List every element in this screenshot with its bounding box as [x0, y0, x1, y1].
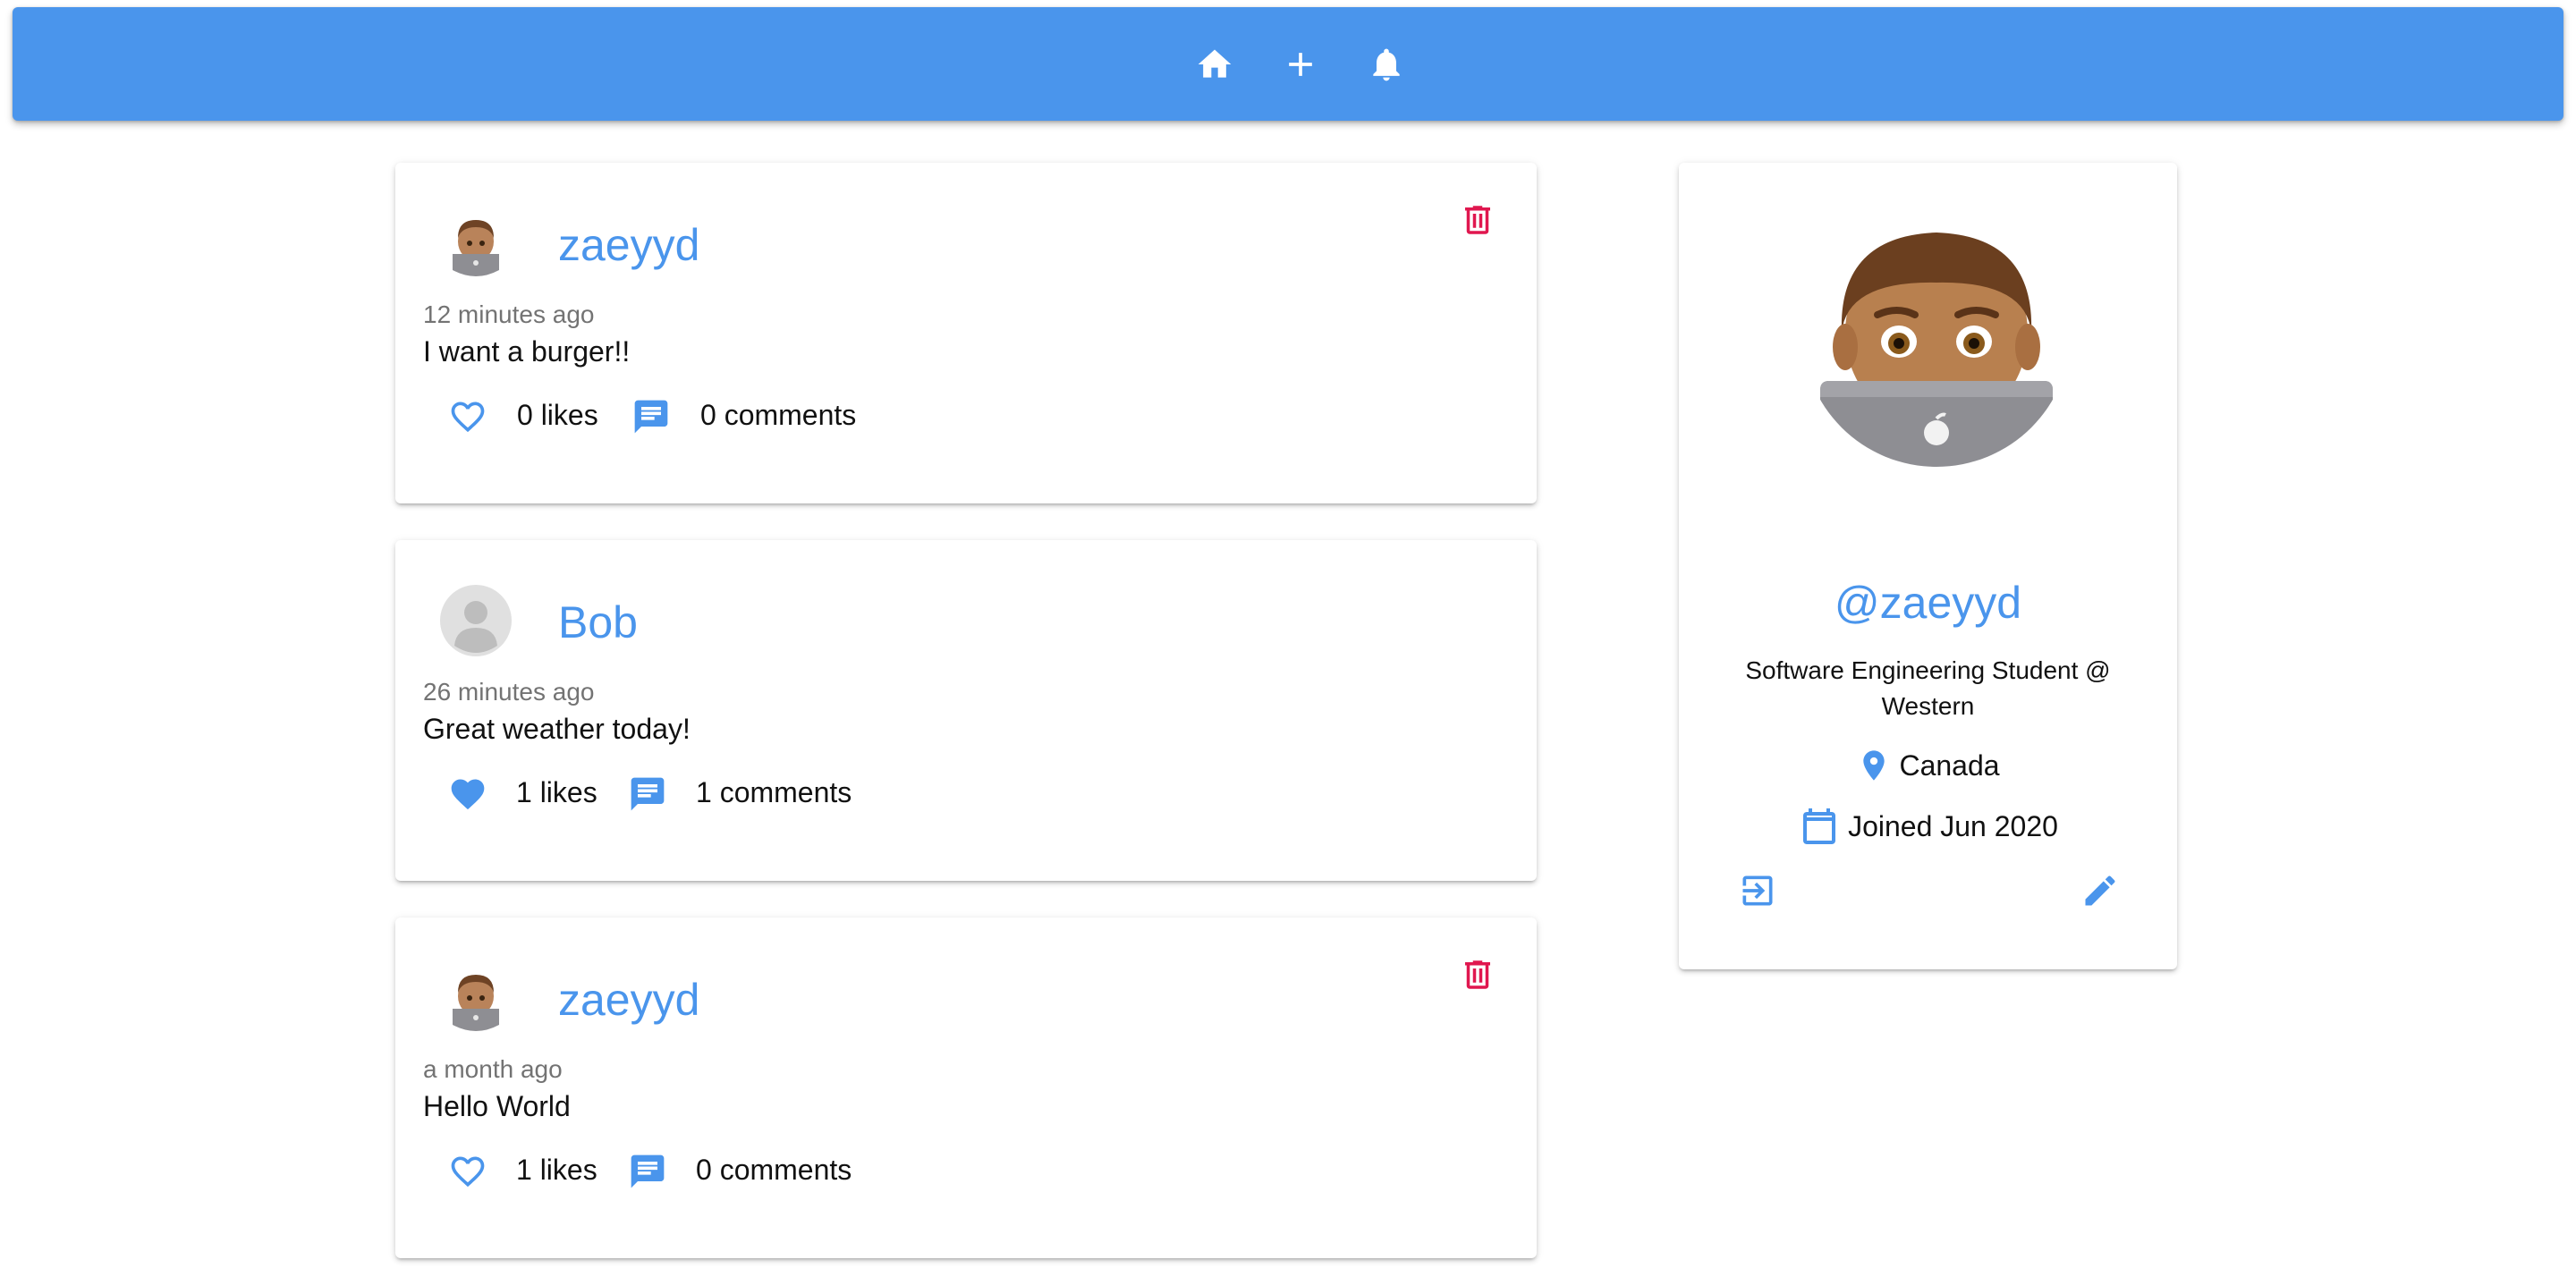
- add-post-button[interactable]: [1279, 43, 1322, 86]
- avatar: [440, 207, 512, 279]
- delete-post-button[interactable]: [1454, 197, 1501, 243]
- home-button[interactable]: [1193, 43, 1236, 86]
- heart-outline-icon: [451, 1156, 485, 1188]
- comments-count: 1 comments: [696, 776, 852, 808]
- logout-icon: [1742, 875, 1773, 906]
- post-username-link[interactable]: zaeyyd: [558, 218, 699, 272]
- user-emoji-avatar-icon: [453, 975, 499, 1031]
- profile-avatar: [1802, 199, 2071, 467]
- avatar: [440, 962, 512, 1034]
- post-timestamp: a month ago: [423, 1055, 563, 1083]
- profile-location: Canada: [1679, 744, 2177, 787]
- post-card: zaeyyd 12 minutes ago I want a burger!! …: [395, 163, 1537, 503]
- edit-profile-button[interactable]: [2077, 867, 2123, 914]
- comment-button[interactable]: [624, 1148, 671, 1195]
- likes-count: 1 likes: [516, 776, 597, 808]
- bell-icon: [1373, 48, 1400, 81]
- likes-count: 0 likes: [517, 399, 598, 431]
- user-emoji-avatar-icon: [453, 220, 499, 276]
- logout-button[interactable]: [1734, 867, 1781, 914]
- profile-handle-link[interactable]: @zaeyyd: [1679, 576, 2177, 630]
- post-card: zaeyyd a month ago Hello World 1 likes 0…: [395, 918, 1537, 1258]
- profile-card: @zaeyyd Software Engineering Student @ W…: [1679, 163, 2177, 969]
- avatar: [440, 585, 512, 656]
- profile-bio: Software Engineering Student @ Western: [1745, 656, 2111, 720]
- comment-button[interactable]: [624, 771, 671, 817]
- post-body: I want a burger!!: [423, 335, 631, 368]
- post-timestamp: 12 minutes ago: [423, 300, 595, 328]
- likes-count: 1 likes: [516, 1154, 597, 1186]
- post-username-link[interactable]: zaeyyd: [558, 973, 699, 1027]
- post-body: Hello World: [423, 1090, 571, 1122]
- comments-count: 0 comments: [700, 399, 857, 431]
- profile-joined: Joined Jun 2020: [1679, 805, 2177, 848]
- like-button[interactable]: [445, 393, 491, 440]
- trash-icon: [1465, 960, 1490, 989]
- pencil-icon: [2085, 875, 2115, 906]
- home-icon: [1198, 49, 1232, 78]
- comment-icon: [631, 1154, 665, 1188]
- notifications-button[interactable]: [1365, 43, 1408, 86]
- profile-joined-text: Joined Jun 2020: [1848, 809, 2058, 842]
- comment-icon: [631, 777, 665, 811]
- post-username-link[interactable]: Bob: [558, 596, 638, 649]
- post-body: Great weather today!: [423, 713, 691, 745]
- post-card: Bob 26 minutes ago Great weather today! …: [395, 540, 1537, 881]
- trash-icon: [1465, 206, 1490, 234]
- comments-count: 0 comments: [696, 1154, 852, 1186]
- default-avatar-icon: [454, 601, 497, 653]
- top-app-bar: [13, 7, 2563, 121]
- comment-icon: [634, 400, 668, 434]
- comment-button[interactable]: [628, 393, 674, 440]
- user-emoji-avatar-icon: [1802, 199, 2071, 467]
- calendar-icon: [1803, 808, 1836, 844]
- post-timestamp: 26 minutes ago: [423, 678, 595, 706]
- like-button[interactable]: [445, 1148, 491, 1195]
- heart-filled-icon: [451, 779, 485, 810]
- like-button[interactable]: [445, 771, 491, 817]
- heart-outline-icon: [451, 402, 485, 433]
- profile-location-text: Canada: [1899, 748, 2000, 782]
- delete-post-button[interactable]: [1454, 951, 1501, 998]
- location-pin-icon: [1863, 750, 1885, 781]
- plus-icon: [1289, 53, 1312, 76]
